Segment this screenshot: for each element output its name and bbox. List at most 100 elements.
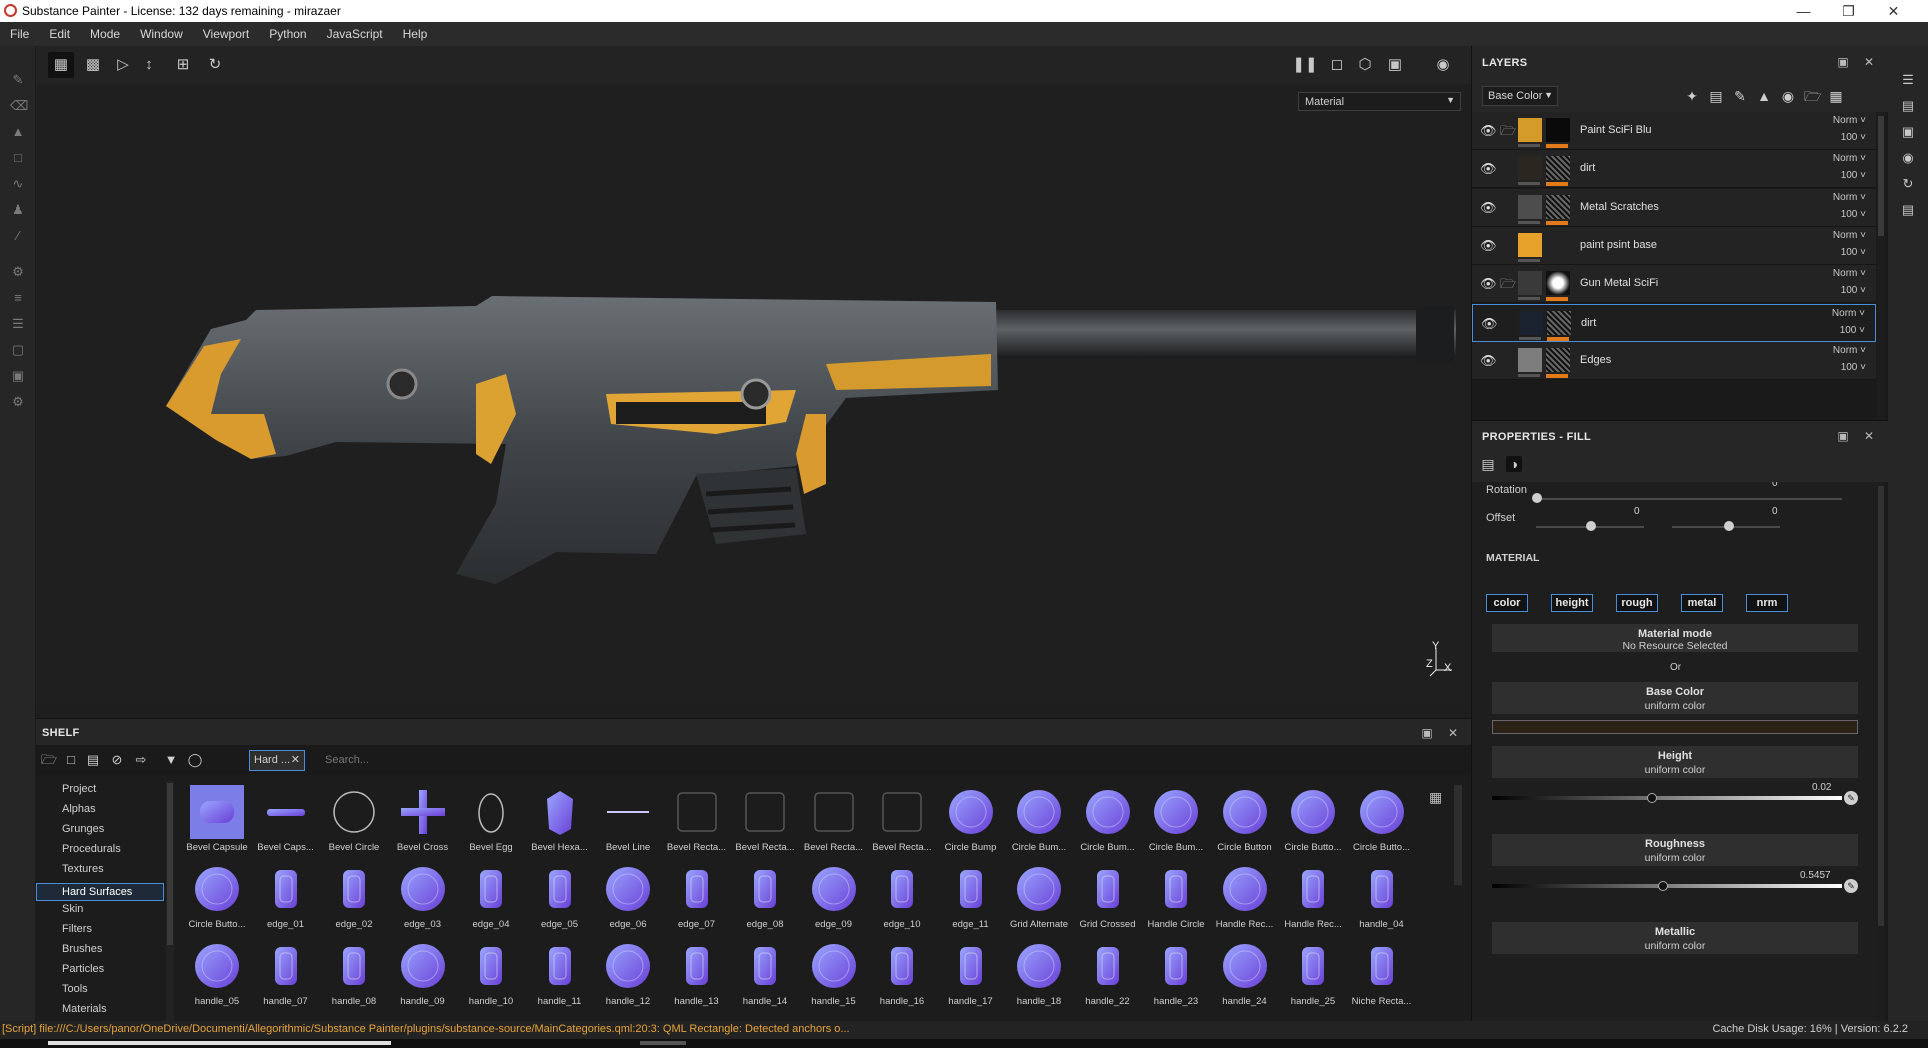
roughness-card[interactable]: Roughness uniform color <box>1492 834 1858 866</box>
visibility-eye-icon[interactable]: 👁 <box>1480 353 1497 369</box>
taskbar-item[interactable] <box>640 1041 686 1045</box>
delete-layer-icon[interactable]: ▦ <box>1828 88 1844 104</box>
shelf-item[interactable]: Circle Button <box>1214 785 1276 859</box>
layer-row[interactable]: 👁 dirt Norm ˅ 100 ˅ <box>1472 150 1876 189</box>
add-fill-layer-icon[interactable]: ▲ <box>1756 88 1772 104</box>
blend-mode-select[interactable]: Norm ˅ <box>1833 153 1866 164</box>
height-slider[interactable] <box>1492 796 1842 800</box>
shelf-item[interactable]: Circle Bum... <box>1145 785 1207 859</box>
shelf-item[interactable]: handle_16 <box>871 939 933 1013</box>
layer-row[interactable]: 👁 Edges Norm ˅ 100 ˅ <box>1472 341 1876 380</box>
category-item[interactable]: Brushes <box>62 943 102 955</box>
blend-mode-select[interactable]: Norm ˅ <box>1833 345 1866 356</box>
folder-icon[interactable]: 🗁 <box>40 751 58 769</box>
shelf-search-input[interactable]: Search... <box>319 750 1449 771</box>
export-icon[interactable]: ⇨ <box>132 751 150 769</box>
menu-help[interactable]: Help <box>393 22 438 46</box>
filter-icon[interactable]: ▼ <box>162 751 180 769</box>
filter-chip[interactable]: Hard ... ✕ <box>249 750 305 771</box>
metallic-card[interactable]: Metallic uniform color <box>1492 922 1858 954</box>
shelf-item[interactable]: handle_14 <box>734 939 796 1013</box>
shelf-item[interactable]: Handle Rec... <box>1214 862 1276 936</box>
offset-y-knob[interactable] <box>1724 521 1734 531</box>
add-icon[interactable]: ⊞ <box>170 52 196 78</box>
add-folder-icon[interactable]: 🗁 <box>1804 88 1821 104</box>
maximize-button[interactable]: ❐ <box>1826 0 1871 22</box>
roughness-slider-knob[interactable] <box>1658 881 1668 891</box>
category-item[interactable]: Hard Surfaces <box>36 883 164 901</box>
base-color-swatch[interactable] <box>1492 720 1858 734</box>
mask-thumbnail[interactable] <box>1546 194 1570 219</box>
color-picker-icon[interactable]: ⁄ <box>10 228 26 244</box>
display-settings-icon[interactable]: ▣ <box>1900 124 1916 140</box>
visibility-eye-icon[interactable]: 👁 <box>1481 316 1498 332</box>
layer-row[interactable]: 👁 paint psint base Norm ˅ 100 ˅ <box>1472 226 1876 265</box>
shelf-item[interactable]: handle_08 <box>323 939 385 1013</box>
shelf-item[interactable]: Bevel Cross <box>392 785 454 859</box>
shelf-item[interactable]: Grid Crossed <box>1077 862 1139 936</box>
close-icon[interactable]: ✕ <box>1862 55 1876 69</box>
visibility-eye-icon[interactable]: 👁 <box>1480 161 1497 177</box>
hide-icon[interactable]: ⊘ <box>108 751 126 769</box>
opacity-select[interactable]: 100 ˅ <box>1841 362 1866 373</box>
shelf-item[interactable]: edge_03 <box>392 862 454 936</box>
height-slider-knob[interactable] <box>1647 793 1657 803</box>
menu-file[interactable]: File <box>0 22 39 46</box>
taskbar-app[interactable] <box>48 1041 391 1045</box>
rotation-slider-knob[interactable] <box>1532 493 1542 503</box>
channel-toggle-height[interactable]: height <box>1551 594 1593 612</box>
layer-name[interactable]: Edges <box>1580 354 1611 366</box>
category-item[interactable]: Skin <box>62 903 83 915</box>
layer-name[interactable]: dirt <box>1581 317 1596 329</box>
opacity-select[interactable]: 100 ˅ <box>1840 325 1865 336</box>
history-icon[interactable]: ↻ <box>202 52 228 78</box>
shelf-item[interactable]: edge_05 <box>529 862 591 936</box>
log-icon[interactable]: ▤ <box>1900 202 1916 218</box>
height-card[interactable]: Height uniform color <box>1492 746 1858 778</box>
shelf-item[interactable]: Bevel Capsule <box>186 785 248 859</box>
chip-close-icon[interactable]: ✕ <box>291 753 300 766</box>
undock-icon[interactable]: ▣ <box>1420 726 1434 740</box>
shelf-item[interactable]: handle_15 <box>803 939 865 1013</box>
screenshot-icon[interactable]: ◉ <box>1430 52 1456 78</box>
shelf-item[interactable]: Bevel Recta... <box>803 785 865 859</box>
category-item[interactable]: Particles <box>62 963 104 975</box>
layers-scrollbar[interactable] <box>1877 112 1885 420</box>
camera-icon[interactable]: ▣ <box>1382 52 1408 78</box>
opacity-select[interactable]: 100 ˅ <box>1841 247 1866 258</box>
shelf-item[interactable]: Handle Rec... <box>1282 862 1344 936</box>
channel-toggle-rough[interactable]: rough <box>1616 594 1658 612</box>
shelf-item[interactable]: handle_09 <box>392 939 454 1013</box>
plugin-settings-icon[interactable]: ⚙ <box>10 394 26 410</box>
blend-mode-select[interactable]: Norm ˅ <box>1832 308 1865 319</box>
undock-icon[interactable]: ▣ <box>1836 55 1850 69</box>
layer-row[interactable]: 👁 dirt Norm ˅ 100 ˅ <box>1472 303 1876 342</box>
shelf-item[interactable]: handle_10 <box>460 939 522 1013</box>
shelf-item[interactable]: edge_06 <box>597 862 659 936</box>
shelf-item[interactable]: Bevel Line <box>597 785 659 859</box>
shelf-item[interactable]: Handle Circle <box>1145 862 1207 936</box>
visibility-eye-icon[interactable]: 👁 <box>1480 238 1497 254</box>
shelf-item[interactable]: edge_01 <box>255 862 317 936</box>
mask-thumbnail[interactable] <box>1546 347 1570 372</box>
substance-share-icon[interactable]: ▣ <box>10 368 26 384</box>
geometry-fill-icon[interactable]: □ <box>10 150 26 166</box>
properties-scrollbar[interactable] <box>1877 482 1885 1021</box>
category-item[interactable]: Materials <box>62 1003 107 1015</box>
shelf-item[interactable]: Circle Butto... <box>1282 785 1344 859</box>
history-icon[interactable]: ↻ <box>1900 176 1916 192</box>
tab-material-icon[interactable]: ◑ <box>1506 456 1522 472</box>
layer-name[interactable]: dirt <box>1580 162 1595 174</box>
grid-view-icon[interactable]: ▦ <box>48 52 74 78</box>
symmetry-icon[interactable]: ▷ <box>110 52 136 78</box>
shelf-item[interactable]: Bevel Circle <box>323 785 385 859</box>
layer-name[interactable]: Metal Scratches <box>1580 201 1659 213</box>
grid-scrollbar[interactable] <box>1454 785 1462 885</box>
shelf-item[interactable]: handle_17 <box>940 939 1002 1013</box>
shelf-item[interactable]: Circle Bum... <box>1008 785 1070 859</box>
grid-layout-icon[interactable]: ▦ <box>1429 790 1443 804</box>
eyedropper-icon[interactable]: ✎ <box>1844 791 1858 805</box>
material-mode-select[interactable]: Material ▼ <box>1298 92 1461 111</box>
category-item[interactable]: Tools <box>62 983 88 995</box>
menu-window[interactable]: Window <box>130 22 193 46</box>
